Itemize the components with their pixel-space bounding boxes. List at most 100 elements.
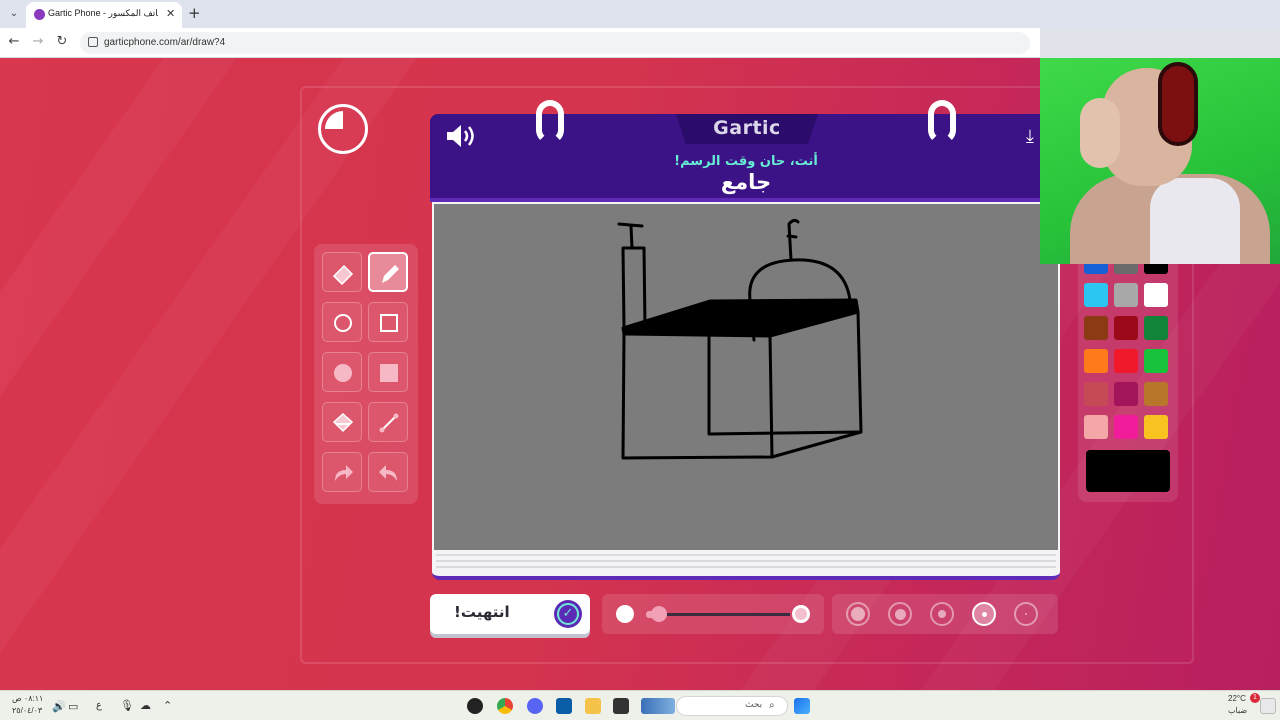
draw-prompt: أنت، حان وقت الرسم! — [674, 154, 818, 169]
paper-edge — [436, 554, 1056, 556]
color-swatch[interactable] — [1114, 349, 1138, 373]
file-explorer-icon[interactable] — [585, 698, 601, 714]
windows-start-icon[interactable] — [794, 698, 810, 714]
opacity-slider-track[interactable] — [650, 613, 790, 616]
done-label: انتهيت! — [454, 603, 510, 621]
color-swatch[interactable] — [1144, 349, 1168, 373]
brush-size-dot-icon — [981, 611, 987, 617]
webcam-person-shirt — [1150, 178, 1240, 264]
eraser-tool[interactable] — [322, 252, 362, 292]
browser-tabstrip: ⌄ Gartic Phone - الهاتف المكسور ✕ + — [0, 0, 1280, 28]
draw-word: جامع — [720, 170, 772, 194]
weather-label[interactable]: ضباب — [1228, 706, 1247, 715]
notebook-ring-right — [928, 100, 956, 144]
color-swatch[interactable] — [1114, 415, 1138, 439]
clock-date[interactable]: ٢٥/٠٤/٠٣ — [12, 706, 42, 715]
discord-app-icon[interactable] — [527, 698, 543, 714]
url-field[interactable]: garticphone.com/ar/draw?4 — [80, 32, 1030, 54]
undo-tool[interactable] — [368, 452, 408, 492]
color-swatch[interactable] — [1084, 415, 1108, 439]
brush-size-option[interactable] — [1014, 602, 1038, 626]
brush-size-dot-icon — [1025, 613, 1027, 615]
weather-temp[interactable]: 22°C — [1228, 694, 1246, 703]
download-icon[interactable]: ⤓ — [1026, 126, 1034, 147]
color-swatch[interactable] — [1114, 382, 1138, 406]
language-indicator[interactable]: ع — [96, 700, 102, 711]
microphone-icon[interactable]: 🎙 — [120, 699, 134, 712]
network-icon[interactable]: ▭ — [68, 700, 78, 713]
color-swatch[interactable] — [1084, 382, 1108, 406]
tab-close-icon[interactable]: ✕ — [166, 7, 175, 20]
color-swatch[interactable] — [1144, 316, 1168, 340]
opacity-slider-thumb[interactable] — [651, 606, 667, 622]
color-swatch[interactable] — [1144, 382, 1168, 406]
tray-chevron-icon[interactable]: ⌃ — [163, 699, 172, 712]
drawing-canvas[interactable] — [434, 204, 1058, 550]
color-swatch[interactable] — [1084, 316, 1108, 340]
ellipse-outline-tool[interactable] — [322, 302, 362, 342]
brush-size-option[interactable] — [930, 602, 954, 626]
fill-tool[interactable] — [322, 402, 362, 442]
widgets-icon[interactable] — [641, 698, 675, 714]
timer-progress — [325, 111, 361, 147]
volume-icon[interactable]: 🔊 — [52, 700, 66, 713]
webcam-person-hand — [1080, 98, 1120, 168]
browser-tab[interactable]: Gartic Phone - الهاتف المكسور ✕ — [26, 2, 182, 28]
app-icon[interactable] — [613, 698, 629, 714]
forward-button[interactable]: → — [30, 34, 46, 49]
redo-icon — [335, 465, 353, 481]
redo-tool[interactable] — [322, 452, 362, 492]
chrome-app-icon[interactable] — [497, 698, 513, 714]
check-icon: ✓ — [554, 600, 582, 628]
ellipse-filled-tool[interactable] — [322, 352, 362, 392]
tab-list-chevron-icon[interactable]: ⌄ — [6, 6, 22, 22]
search-label: بحث — [745, 700, 763, 710]
brush-size-option[interactable] — [972, 602, 996, 626]
square-filled-icon — [380, 364, 398, 382]
paper-edge — [436, 560, 1056, 562]
color-palette — [1078, 244, 1178, 502]
color-swatch[interactable] — [1084, 283, 1108, 307]
done-button[interactable]: انتهيت! ✓ — [430, 594, 590, 634]
reload-button[interactable]: ↻ — [54, 34, 70, 49]
check-mark-icon: ✓ — [557, 603, 579, 625]
paint-bucket-icon — [332, 412, 354, 433]
notebook-ring-left — [536, 100, 564, 144]
rectangle-filled-tool[interactable] — [368, 352, 408, 392]
brush-size-option[interactable] — [846, 602, 870, 626]
site-info-icon[interactable] — [88, 37, 98, 47]
color-swatch[interactable] — [1144, 283, 1168, 307]
brush-size-dot-icon — [938, 610, 946, 618]
paper-edge — [436, 566, 1056, 568]
drawing-strokes — [617, 218, 863, 460]
rectangle-outline-tool[interactable] — [368, 302, 408, 342]
selected-color — [1086, 450, 1170, 492]
obs-app-icon[interactable] — [467, 698, 483, 714]
gartic-logo: Gartic — [713, 117, 781, 139]
notification-badge[interactable]: 1 — [1250, 693, 1260, 703]
game-page: Gartic أنت، حان وقت الرسم! جامع ⤓ انتهيت… — [0, 58, 1280, 690]
game-header: Gartic أنت، حان وقت الرسم! جامع ⤓ — [430, 100, 1062, 202]
pencil-tool[interactable] — [368, 252, 408, 292]
notification-center-icon[interactable] — [1260, 698, 1276, 714]
gartic-favicon-icon — [34, 9, 45, 20]
color-swatch[interactable] — [1084, 349, 1108, 373]
taskbar-search[interactable]: بحث ⌕ — [676, 696, 788, 716]
eraser-icon — [332, 264, 354, 285]
store-app-icon[interactable] — [556, 698, 572, 714]
color-swatch[interactable] — [1114, 283, 1138, 307]
onedrive-icon[interactable]: ☁ — [140, 699, 151, 712]
search-icon: ⌕ — [769, 700, 775, 711]
webcam-overlay — [1040, 58, 1280, 264]
line-icon — [379, 413, 399, 433]
sound-icon[interactable] — [444, 122, 478, 150]
brush-size-dot-icon — [851, 607, 865, 621]
clock-time[interactable]: ٠٨:١١ ص — [12, 694, 43, 703]
color-swatch[interactable] — [1144, 415, 1168, 439]
timer-icon — [318, 104, 368, 154]
back-button[interactable]: ← — [6, 34, 22, 49]
new-tab-button[interactable]: + — [188, 4, 201, 22]
color-swatch[interactable] — [1114, 316, 1138, 340]
line-tool[interactable] — [368, 402, 408, 442]
brush-size-option[interactable] — [888, 602, 912, 626]
